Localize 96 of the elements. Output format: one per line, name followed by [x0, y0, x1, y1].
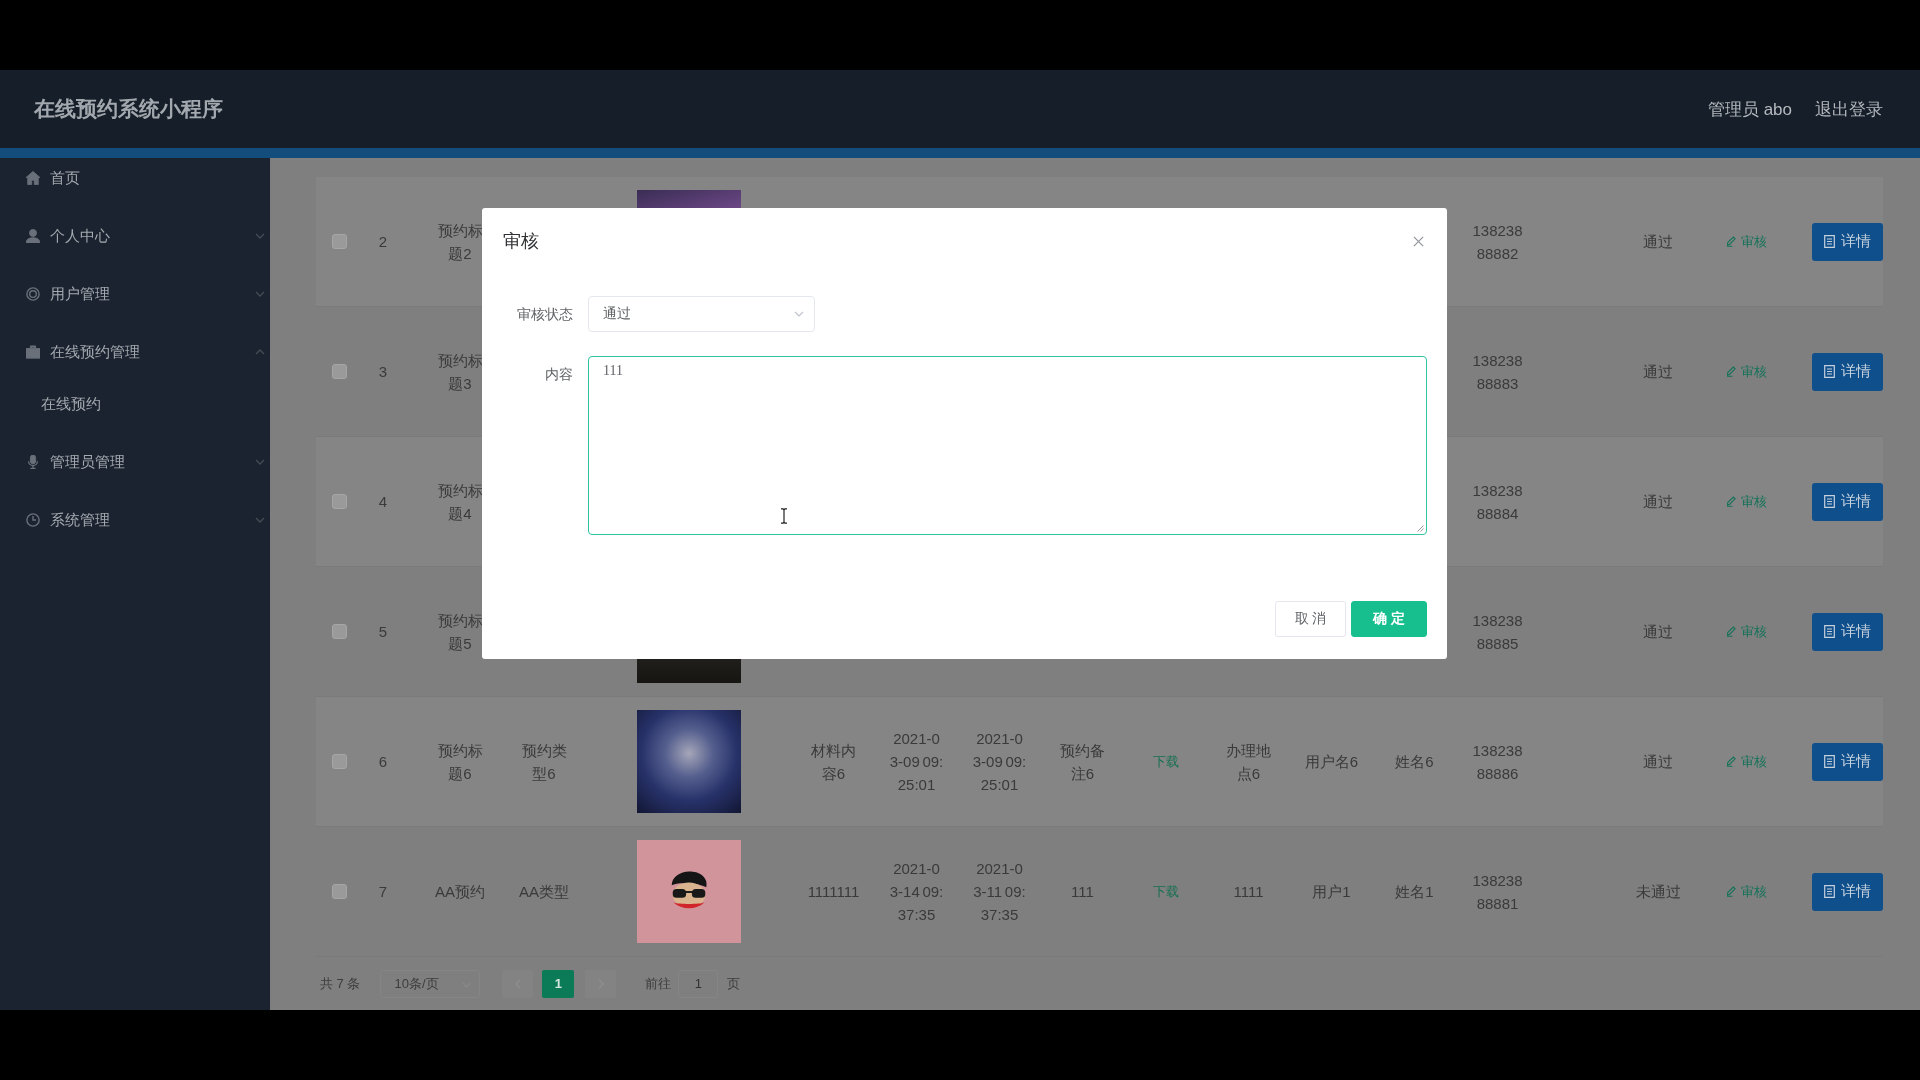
field-label: 内容: [544, 365, 573, 384]
sidebar-item[interactable]: 个人中心: [0, 207, 270, 265]
booking-type: 预约类型6: [520, 740, 568, 784]
status-text: 通过: [1643, 232, 1673, 252]
document-icon: [1824, 625, 1835, 638]
clock-icon: [26, 513, 40, 527]
content-textarea[interactable]: 111: [588, 356, 1427, 535]
goto-label: 前往: [645, 974, 672, 993]
sidebar-item[interactable]: 首页: [0, 158, 270, 207]
status-text: 通过: [1643, 362, 1673, 382]
row-checkbox[interactable]: [331, 234, 347, 249]
phone-number: 13823888883: [1471, 350, 1524, 394]
detail-button[interactable]: 详情: [1812, 742, 1883, 781]
start-time: 2021-03-09 09:25:01: [889, 729, 944, 795]
cancel-button[interactable]: 取 消: [1275, 601, 1346, 637]
pencil-icon: [1727, 496, 1736, 507]
remark-text: 预约备注6: [1059, 740, 1106, 784]
field-label: 审核状态: [516, 305, 573, 324]
row-number: 6: [378, 752, 388, 772]
pencil-icon: [1727, 366, 1736, 377]
page-size-select[interactable]: 10条/页: [380, 969, 481, 998]
remark-text: 111: [1071, 882, 1094, 902]
location-text: 1111: [1233, 882, 1264, 902]
location-text: 办理地点6: [1225, 740, 1272, 784]
sidebar-subitem[interactable]: 在线预约: [0, 381, 270, 427]
microphone-icon: [26, 455, 40, 469]
username-text: 用户1: [1312, 882, 1351, 902]
username-text: 用户名6: [1304, 752, 1359, 772]
document-icon: [1824, 755, 1835, 768]
sidebar-item[interactable]: 管理员管理: [0, 433, 270, 491]
row-checkbox[interactable]: [331, 624, 347, 639]
material-text: 材料内容6: [810, 740, 857, 784]
row-checkbox[interactable]: [331, 754, 347, 769]
sidebar-item[interactable]: 用户管理: [0, 265, 270, 323]
booking-title: 预约标题4: [436, 480, 484, 524]
ring-icon: [26, 287, 40, 301]
document-icon: [1824, 235, 1835, 248]
row-checkbox[interactable]: [331, 364, 347, 379]
status-text: 通过: [1643, 622, 1673, 642]
row-number: 3: [378, 362, 388, 382]
booking-type: AA类型: [519, 882, 569, 902]
person-icon: [26, 229, 40, 243]
pencil-icon: [1727, 886, 1736, 897]
detail-button[interactable]: 详情: [1812, 222, 1883, 261]
document-icon: [1824, 885, 1835, 898]
page-number-button[interactable]: 1: [542, 969, 575, 998]
booking-title: 预约标题6: [436, 740, 484, 784]
booking-title: 预约标题2: [436, 220, 484, 264]
end-time: 2021-03-11 09:37:35: [972, 859, 1027, 925]
name-text: 姓名1: [1395, 882, 1434, 902]
end-time: 2021-03-09 09:25:01: [972, 729, 1027, 795]
row-checkbox[interactable]: [331, 884, 347, 899]
detail-button[interactable]: 详情: [1812, 872, 1883, 911]
sidebar-item[interactable]: 系统管理: [0, 491, 270, 549]
row-number: 7: [378, 882, 388, 902]
pencil-icon: [1727, 626, 1736, 637]
dialog-title: 审核: [503, 230, 539, 253]
logout-link[interactable]: 退出登录: [1815, 97, 1883, 121]
row-number: 4: [378, 492, 388, 512]
phone-number: 13823888882: [1471, 220, 1524, 264]
phone-number: 13823888884: [1471, 480, 1524, 524]
booking-title: 预约标题3: [436, 350, 484, 394]
text-cursor-icon: [780, 508, 788, 524]
detail-button[interactable]: 详情: [1812, 612, 1883, 651]
detail-button[interactable]: 详情: [1812, 482, 1883, 521]
detail-button[interactable]: 详情: [1812, 352, 1883, 391]
status-text: 通过: [1643, 492, 1673, 512]
booking-title: 预约标题5: [436, 610, 484, 654]
pencil-icon: [1727, 756, 1736, 767]
pencil-icon: [1727, 236, 1736, 247]
phone-number: 13823888885: [1471, 610, 1524, 654]
status-text: 通过: [1643, 752, 1673, 772]
booking-title: AA预约: [435, 882, 485, 902]
name-text: 姓名6: [1395, 752, 1434, 772]
document-icon: [1824, 495, 1835, 508]
phone-number: 13823888886: [1471, 740, 1524, 784]
status-select[interactable]: 通过: [588, 296, 815, 332]
row-checkbox[interactable]: [331, 494, 347, 509]
document-icon: [1824, 365, 1835, 378]
admin-name: 管理员 abo: [1707, 98, 1792, 121]
material-text: 1111111: [807, 882, 860, 902]
home-icon: [26, 171, 40, 185]
briefcase-icon: [26, 345, 40, 359]
app-title: 在线预约系统小程序: [34, 96, 223, 122]
chevron-down-icon: [794, 311, 804, 317]
row-number: 2: [378, 232, 388, 252]
close-icon[interactable]: [1413, 235, 1424, 247]
sidebar-item[interactable]: 在线预约管理: [0, 323, 270, 381]
resize-grip-icon: [1416, 524, 1424, 532]
start-time: 2021-03-14 09:37:35: [889, 859, 944, 925]
total-count: 共 7 条: [320, 974, 361, 993]
page-suffix: 页: [727, 974, 741, 993]
status-text: 未通过: [1635, 882, 1681, 902]
phone-number: 13823888881: [1471, 870, 1524, 914]
page-input[interactable]: 1: [678, 969, 719, 998]
row-number: 5: [378, 622, 388, 642]
